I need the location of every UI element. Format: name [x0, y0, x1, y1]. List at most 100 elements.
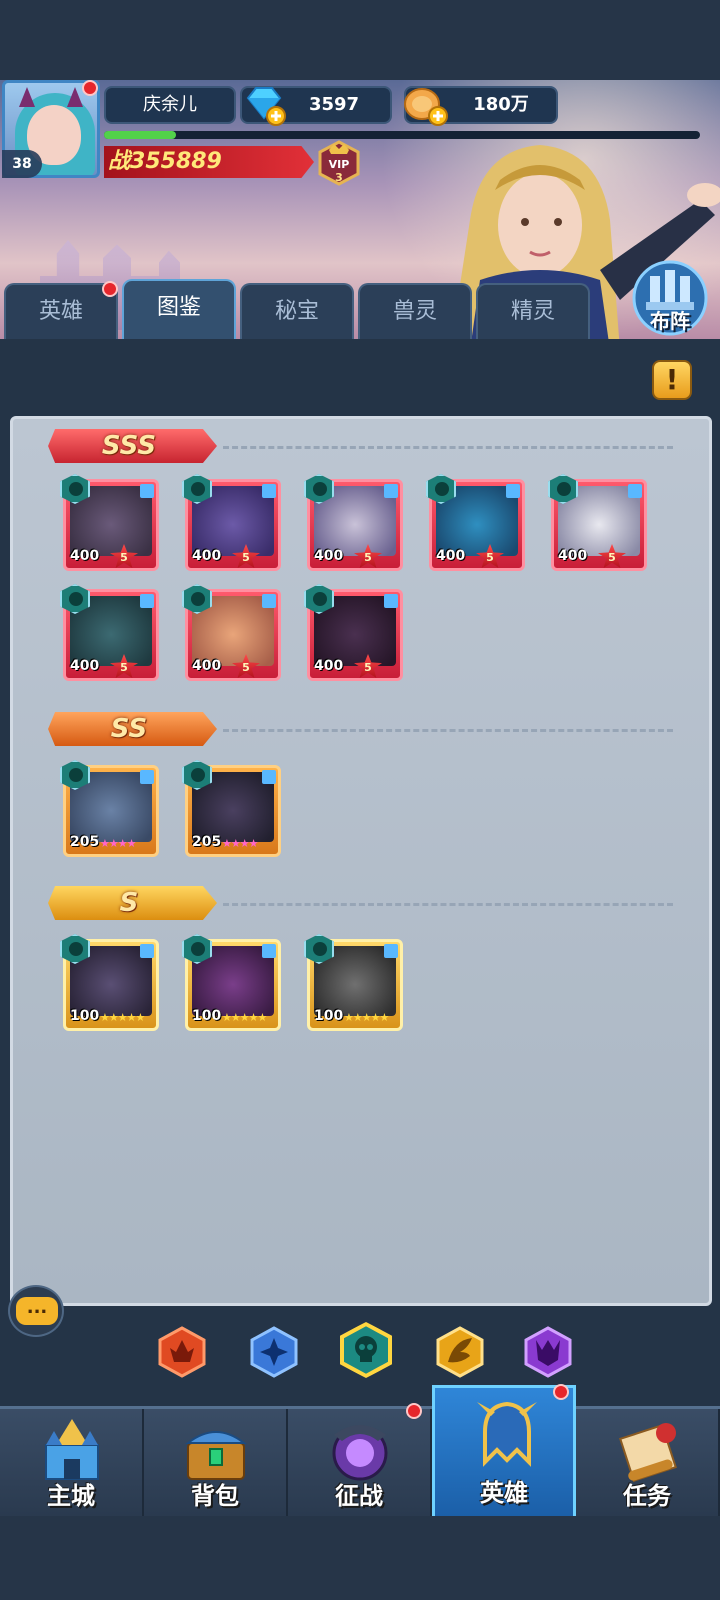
nav-bag[interactable]: 背包	[144, 1409, 288, 1519]
tab-codex[interactable]: 图鉴	[122, 279, 236, 339]
combat-power: 战355889	[104, 146, 314, 178]
hero-class-icon	[262, 594, 276, 608]
hero-level: 400	[70, 658, 100, 674]
hero-class-icon	[262, 770, 276, 784]
avatar-notification-dot	[82, 80, 98, 96]
hero-class-icon	[384, 944, 398, 958]
formation-label: 布阵	[650, 309, 690, 333]
tab-elf[interactable]: 精灵	[476, 283, 590, 339]
nav-campaign-label: 征战	[335, 1482, 383, 1510]
vip-badge[interactable]: VIP 3	[316, 140, 362, 186]
hero-class-icon	[140, 944, 154, 958]
experience-fill	[104, 131, 176, 139]
collection-tabs: 英雄 图鉴 秘宝 兽灵 精灵	[0, 279, 720, 339]
tier-divider	[223, 903, 673, 906]
hero-card[interactable]: 400 5	[548, 474, 647, 571]
holy-faction-icon	[250, 1326, 298, 1378]
hero-level: 400	[314, 658, 344, 674]
undead-faction-icon	[340, 1322, 392, 1378]
hero-card[interactable]: 205 ★★★★	[60, 760, 159, 857]
diamond-counter[interactable]: 3597	[240, 86, 392, 126]
hero-class-icon	[384, 484, 398, 498]
faction-filter-bar	[0, 1320, 720, 1390]
tier-label-sss: SSS	[48, 429, 217, 463]
tab-elf-label: 精灵	[510, 299, 555, 324]
hero-level: 205	[192, 834, 222, 850]
hero-level: 205	[70, 834, 100, 850]
nav-tasks-label: 任务	[623, 1482, 671, 1510]
power-prefix: 战	[108, 149, 131, 174]
nav-heroes-label: 英雄	[480, 1479, 528, 1507]
hero-level: 400	[436, 548, 466, 564]
hero-card[interactable]: 400 5	[304, 584, 403, 681]
hero-class-icon	[628, 484, 642, 498]
nav-main-city[interactable]: 主城	[0, 1409, 144, 1519]
hero-level: 400	[192, 548, 222, 564]
nav-bag-label: 背包	[191, 1482, 239, 1510]
filter-demon[interactable]	[522, 1326, 574, 1378]
hero-card[interactable]: 400 5	[182, 584, 281, 681]
gold-coin-icon	[404, 88, 448, 126]
hero-card[interactable]: 205 ★★★★	[182, 760, 281, 857]
hero-card[interactable]: 400 5	[60, 474, 159, 571]
hero-level: 100	[192, 1008, 222, 1024]
hero-class-icon	[262, 484, 276, 498]
hero-card[interactable]: 400 5	[304, 474, 403, 571]
filter-holy[interactable]	[248, 1326, 300, 1378]
hero-level: 400	[70, 548, 100, 564]
tier-label-ss: SS	[48, 712, 217, 746]
tier-label-s: S	[48, 886, 217, 920]
tier-divider	[223, 729, 673, 732]
nature-faction-icon	[436, 1326, 484, 1378]
hero-card[interactable]: 100 ★★★★★	[182, 934, 281, 1031]
hero-card[interactable]: 400 5	[60, 584, 159, 681]
formation-button[interactable]: 布阵	[628, 258, 712, 338]
tab-treasure[interactable]: 秘宝	[240, 283, 354, 339]
hero-level: 400	[192, 658, 222, 674]
hero-card[interactable]: 400 5	[426, 474, 525, 571]
hero-class-icon	[140, 484, 154, 498]
hero-class-icon	[384, 594, 398, 608]
hero-star-rating: ★★★★★	[344, 1011, 389, 1024]
hero-class-icon	[262, 944, 276, 958]
player-name: 庆余儿	[104, 86, 236, 124]
tab-treasure-label: 秘宝	[274, 299, 319, 324]
hero-card[interactable]: 100 ★★★★★	[304, 934, 403, 1031]
hero-class-icon	[140, 770, 154, 784]
nav-tasks[interactable]: 任务	[576, 1409, 720, 1519]
power-value: 355889	[130, 149, 222, 174]
hero-star-rating: ★★★★★	[222, 1011, 267, 1024]
filter-fire[interactable]	[156, 1326, 208, 1378]
filter-undead[interactable]	[338, 1322, 394, 1378]
nav-main-city-label: 主城	[47, 1482, 95, 1510]
info-button[interactable]: !	[652, 360, 692, 400]
filter-nature[interactable]	[434, 1326, 486, 1378]
helmet-icon	[477, 1401, 537, 1467]
tab-heroes-label: 英雄	[38, 299, 83, 324]
tab-heroes-notification-dot	[102, 281, 118, 297]
hero-star-rating: ★★★★	[222, 837, 258, 850]
hero-level: 100	[70, 1008, 100, 1024]
nav-campaign[interactable]: 征战	[288, 1403, 432, 1519]
diamond-icon	[246, 87, 286, 126]
tab-heroes[interactable]: 英雄	[4, 283, 118, 339]
hero-star-rating: ★★★★	[100, 837, 136, 850]
nav-heroes-notification-dot	[553, 1384, 569, 1400]
player-level: 38	[2, 150, 42, 178]
hero-level: 400	[314, 548, 344, 564]
fire-faction-icon	[158, 1326, 206, 1378]
hero-card[interactable]: 400 5	[182, 474, 281, 571]
hero-star-rating: ★★★★★	[100, 1011, 145, 1024]
gold-counter[interactable]: 180万	[404, 86, 558, 126]
hero-class-icon	[506, 484, 520, 498]
vip-level: 3	[335, 171, 343, 184]
hero-card[interactable]: 100 ★★★★★	[60, 934, 159, 1031]
demon-faction-icon	[524, 1326, 572, 1378]
tab-beast-spirit[interactable]: 兽灵	[358, 283, 472, 339]
experience-bar	[104, 131, 700, 139]
nav-heroes[interactable]: 英雄	[432, 1384, 576, 1519]
status-bar-area	[0, 0, 720, 80]
vip-label: VIP	[329, 158, 350, 171]
hero-level: 400	[558, 548, 588, 564]
tab-codex-label: 图鉴	[156, 295, 201, 320]
